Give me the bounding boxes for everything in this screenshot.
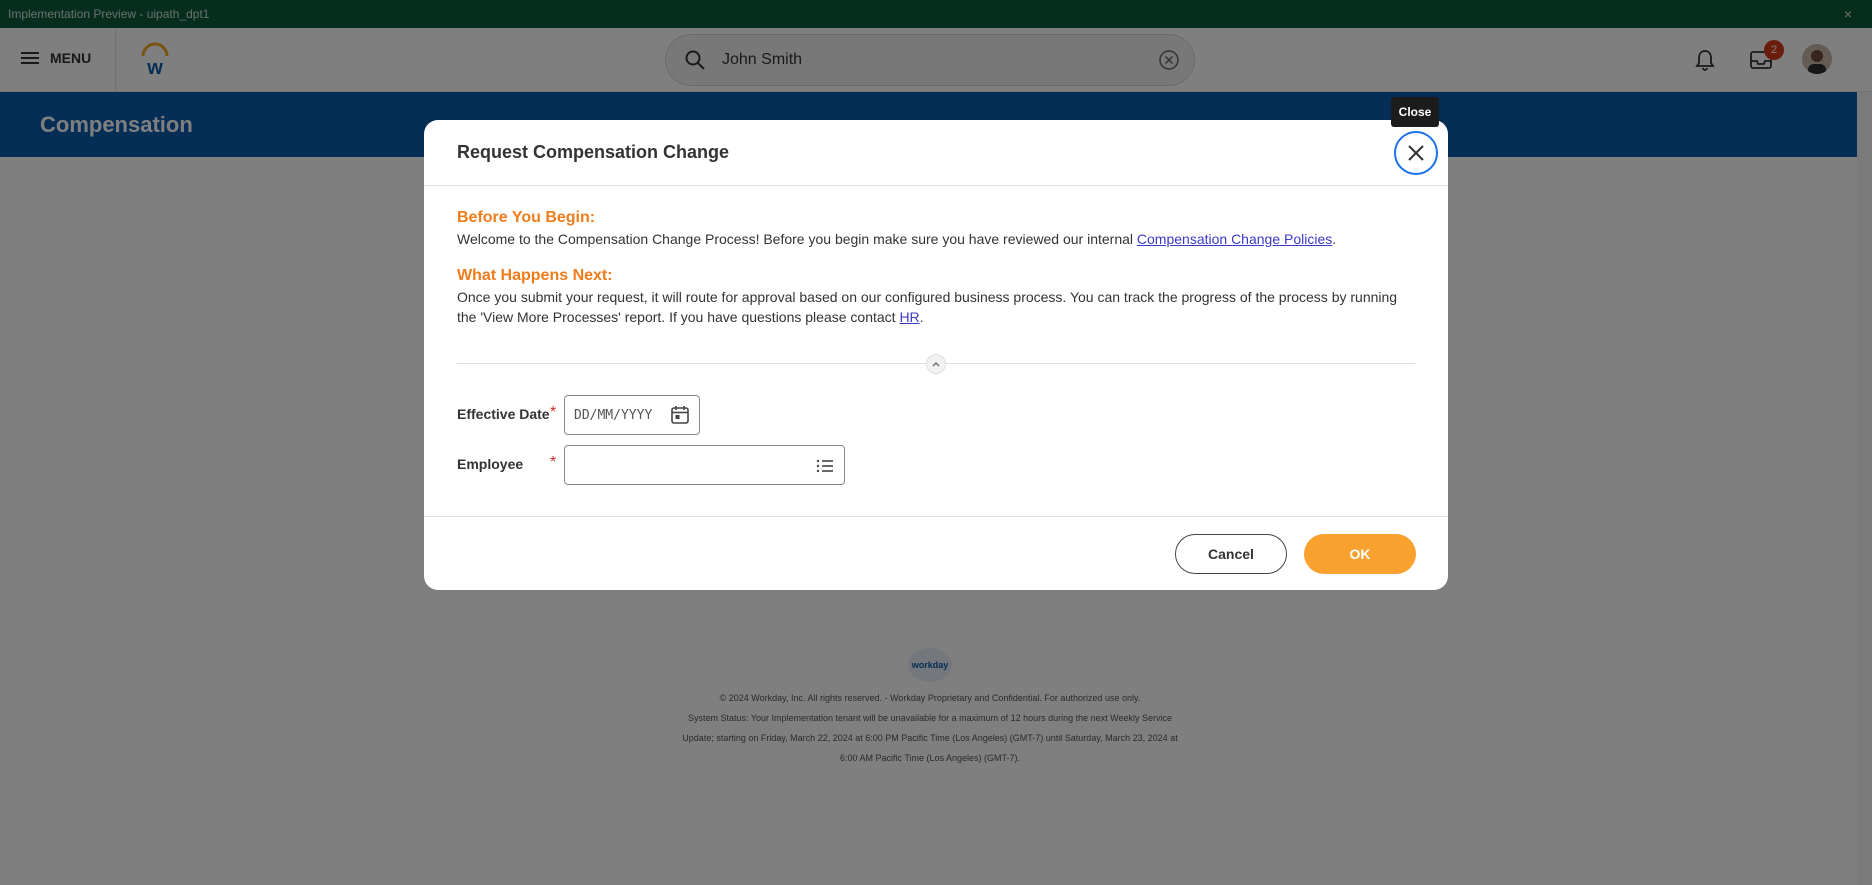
list-prompt-icon[interactable] [814,455,836,477]
effective-date-placeholder: DD/MM/YYYY [574,407,653,423]
hr-contact-link[interactable]: HR [899,309,919,325]
dialog-title: Request Compensation Change [457,142,730,162]
close-icon [1408,145,1424,161]
what-happens-next-text: Once you submit your request, it will ro… [457,287,1417,327]
required-indicator: * [550,404,557,421]
before-text: Welcome to the Compensation Change Proce… [457,231,1137,247]
before-text-end: . [1332,231,1337,247]
dialog-header: Request Compensation Change [424,120,1448,186]
close-dialog-button[interactable] [1394,131,1438,175]
before-you-begin-text: Welcome to the Compensation Change Proce… [457,229,1417,249]
effective-date-field[interactable]: DD/MM/YYYY [564,395,700,435]
collapse-button[interactable] [926,354,946,374]
employee-field[interactable] [564,445,845,485]
before-you-begin-heading: Before You Begin: [457,209,596,226]
next-text: Once you submit your request, it will ro… [457,289,1398,325]
employee-label: Employee [457,456,524,472]
next-text-end: . [919,309,924,325]
dialog-footer-divider [424,516,1448,517]
ok-button[interactable]: OK [1304,534,1416,574]
required-indicator: * [550,454,557,471]
effective-date-label: Effective Date [457,406,550,422]
compensation-policies-link[interactable]: Compensation Change Policies [1137,231,1332,247]
calendar-icon[interactable] [669,404,691,426]
chevron-up-icon [932,362,940,367]
close-tooltip: Close [1391,97,1439,127]
request-compensation-change-dialog: Request Compensation Change Before You B… [424,120,1448,590]
cancel-button[interactable]: Cancel [1175,534,1287,574]
what-happens-next-heading: What Happens Next: [457,267,613,284]
